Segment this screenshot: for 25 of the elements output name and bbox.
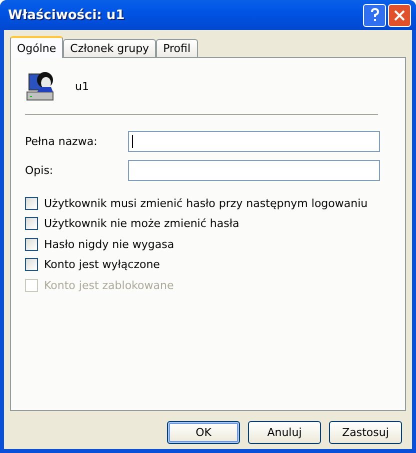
help-icon (370, 8, 380, 22)
text-field[interactable] (128, 131, 380, 152)
dialog-button[interactable]: Anuluj (248, 421, 321, 444)
checkbox[interactable] (25, 217, 38, 230)
checkbox[interactable] (25, 238, 38, 251)
close-icon (394, 10, 405, 20)
checkbox-label: Użytkownik musi zmienić hasło przy następnym logowaniu (44, 196, 368, 210)
checkbox-label: Użytkownik nie może zmienić hasła (44, 217, 240, 230)
checkbox[interactable] (25, 196, 38, 210)
text-field[interactable] (128, 160, 380, 181)
help-button[interactable] (363, 4, 386, 26)
checkbox[interactable] (25, 258, 38, 272)
tab[interactable]: Ogólne (10, 36, 64, 58)
user-name: u1 (75, 80, 89, 92)
dialog-button[interactable]: Zastosuj (329, 421, 402, 444)
field-label: Opis: (25, 164, 54, 177)
field-label: Pełna nazwa: (25, 135, 98, 148)
window-title: Właściwości: u1 (8, 8, 125, 22)
dialog-button[interactable]: OK (167, 421, 240, 444)
tab[interactable]: Członek grupy (63, 39, 156, 57)
checkbox-label: Konto jest wyłączone (44, 258, 160, 272)
checkbox-label: Konto jest zablokowane (44, 278, 174, 292)
close-button[interactable] (388, 4, 411, 26)
tab[interactable]: Profil (156, 39, 198, 57)
checkbox-label: Hasło nigdy nie wygasa (44, 238, 174, 251)
